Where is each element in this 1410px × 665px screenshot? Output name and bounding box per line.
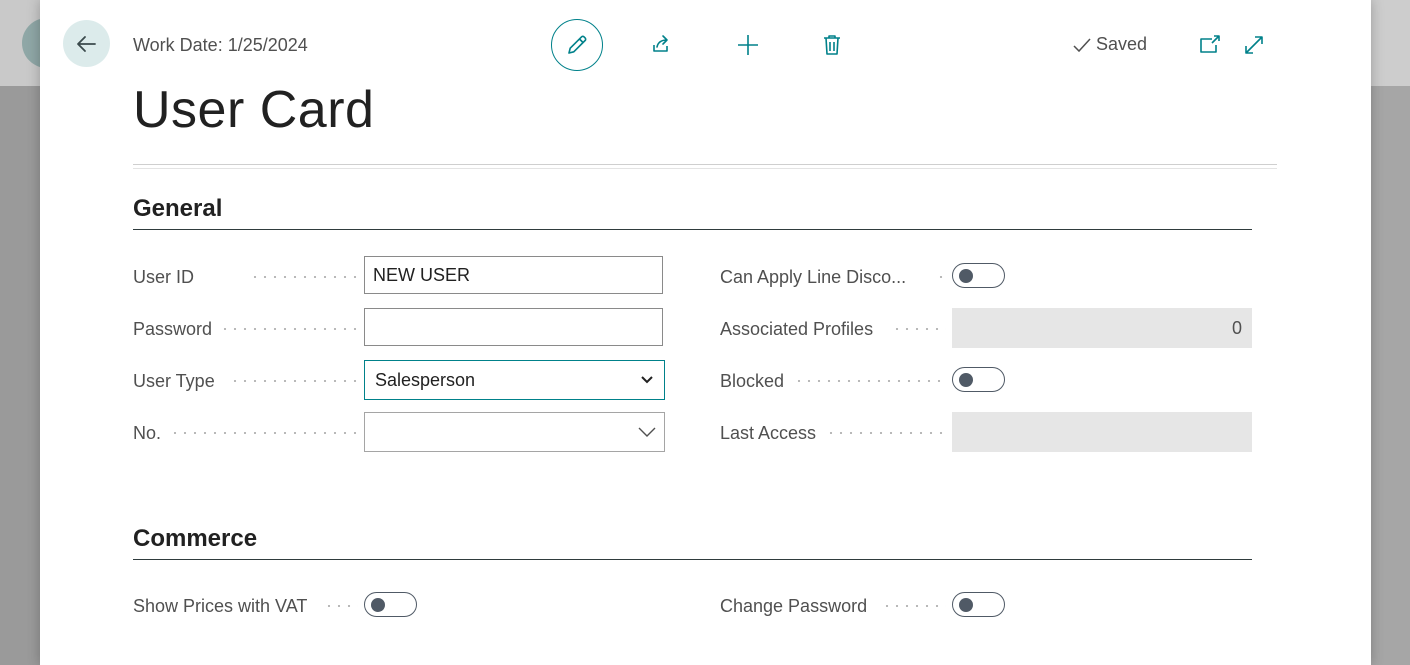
section-title-commerce[interactable]: Commerce: [133, 525, 257, 553]
checkmark-icon: [1073, 37, 1091, 52]
toggle-knob: [959, 598, 973, 612]
no-label: No.: [133, 423, 162, 443]
background-page-header-right: [1370, 0, 1410, 86]
trash-icon[interactable]: [820, 33, 844, 57]
blocked-label: Blocked: [720, 371, 785, 391]
user-type-label: User Type: [133, 371, 215, 391]
show-prices-with-vat-label: Show Prices with VAT: [133, 596, 308, 616]
toggle-knob: [371, 598, 385, 612]
associated-profiles-label: Associated Profiles: [720, 319, 874, 339]
leader-dots: [324, 605, 358, 607]
work-date: Work Date: 1/25/2024: [133, 35, 308, 55]
leader-dots: [882, 605, 946, 607]
leader-dots: [250, 276, 358, 278]
arrow-left-icon: [76, 35, 96, 52]
title-divider: [133, 164, 1277, 169]
leader-dots: [794, 380, 946, 382]
chevron-down-icon: [638, 427, 656, 437]
expand-icon[interactable]: [1242, 33, 1266, 57]
share-icon[interactable]: [649, 33, 673, 57]
saved-label: Saved: [1096, 34, 1148, 54]
last-access-label: Last Access: [720, 423, 817, 443]
section-title-general[interactable]: General: [133, 195, 222, 223]
open-new-window-icon[interactable]: [1198, 33, 1222, 57]
password-input[interactable]: [364, 308, 663, 346]
plus-icon[interactable]: [736, 33, 760, 57]
change-password-toggle[interactable]: [952, 592, 1005, 617]
leader-dots: [826, 432, 946, 434]
background-page: [1370, 0, 1410, 665]
change-password-label: Change Password: [720, 596, 868, 616]
leader-dots: [936, 276, 946, 278]
chevron-down-icon: [641, 376, 653, 384]
toggle-knob: [959, 373, 973, 387]
toggle-knob: [959, 269, 973, 283]
associated-profiles-value: 0: [952, 308, 1252, 348]
can-apply-line-discount-label: Can Apply Line Disco...: [720, 267, 907, 287]
section-divider-general: [133, 229, 1252, 230]
user-type-select[interactable]: Salesperson: [364, 360, 665, 400]
user-card-dialog: Work Date: 1/25/2024 Saved User Card Gen…: [40, 0, 1371, 665]
back-button[interactable]: [63, 20, 110, 67]
no-lookup-field[interactable]: [364, 412, 665, 452]
can-apply-line-discount-toggle[interactable]: [952, 263, 1005, 288]
page-title: User Card: [133, 81, 375, 139]
user-id-input[interactable]: [364, 256, 663, 294]
user-id-label: User ID: [133, 267, 195, 287]
blocked-toggle[interactable]: [952, 367, 1005, 392]
leader-dots: [892, 328, 946, 330]
leader-dots: [220, 328, 358, 330]
leader-dots: [170, 432, 358, 434]
leader-dots: [230, 380, 358, 382]
user-type-value: Salesperson: [375, 369, 476, 390]
pencil-icon: [568, 35, 587, 54]
password-label: Password: [133, 319, 213, 339]
saved-status: Saved: [1072, 34, 1147, 55]
show-prices-with-vat-toggle[interactable]: [364, 592, 417, 617]
edit-button[interactable]: [551, 19, 603, 71]
section-divider-commerce: [133, 559, 1252, 560]
last-access-value: [952, 412, 1252, 452]
